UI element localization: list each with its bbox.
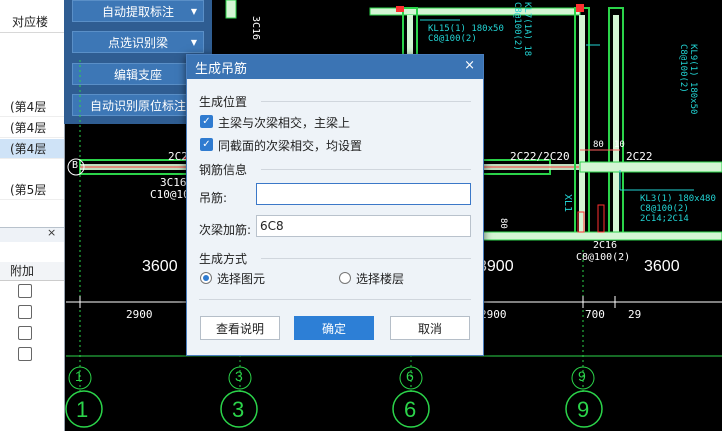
- axis-label: 6: [404, 397, 417, 422]
- checkbox-option2[interactable]: ✓: [200, 138, 213, 151]
- radio-select-floor-label: 选择楼层: [356, 272, 405, 286]
- checkbox-option1[interactable]: ✓: [200, 115, 213, 128]
- dimension-label: 80: [593, 140, 604, 150]
- rebar-label: 2C22/2C20: [510, 150, 570, 163]
- dimension-label: 700: [585, 308, 605, 321]
- radio-select-floor[interactable]: [339, 272, 351, 284]
- view-help-button[interactable]: 查看说明: [200, 316, 280, 340]
- dialog-title: 生成吊筋: [195, 61, 248, 77]
- span-dimension: 3600: [644, 258, 680, 275]
- rebar-label: 2C16: [593, 240, 618, 251]
- beam-stirrup: C8@100(2): [428, 34, 477, 44]
- hanger-label: 吊筋:: [199, 191, 228, 205]
- rebar-label: 2C22: [626, 150, 653, 163]
- beam-rebar: 2C14;2C14: [640, 214, 689, 224]
- section-title-position: 生成位置: [199, 95, 248, 109]
- axis-label: 9: [578, 368, 586, 384]
- beam-name: KL7(1A) 18: [522, 2, 532, 57]
- span-dimension: 3600: [142, 258, 178, 275]
- beam-stirrup: C8@100(2): [512, 2, 522, 51]
- dimension-label: 29: [628, 308, 642, 321]
- axis-label: 3: [232, 397, 245, 422]
- generate-hanger-bar-dialog: 生成吊筋 × 生成位置 ✓ 主梁与次梁相交，主梁上 ✓ 同截面的次梁相交，均设置…: [186, 54, 484, 356]
- beam-name: KL15(1) 180x50: [428, 24, 504, 34]
- radio-select-element-label: 选择图元: [217, 272, 266, 286]
- divider: [261, 258, 471, 259]
- stirrup-label: C8@100(2): [576, 252, 631, 263]
- dimension-label: 80: [498, 218, 508, 229]
- secondary-beam-reinforcement-input[interactable]: 6C8: [256, 215, 471, 237]
- beam-label-kl15: KL15(1) 180x50 C8@100(2): [428, 24, 504, 44]
- axis-label: 9: [577, 397, 590, 422]
- ok-button[interactable]: 确定: [294, 316, 374, 340]
- radio-select-element[interactable]: [200, 272, 212, 284]
- beam-label-kl9: KL9(1) 180x50 C8@100(2): [678, 44, 698, 114]
- axis-label: B: [72, 160, 79, 171]
- divider: [261, 101, 471, 102]
- secondary-beam-reinforcement-label: 次梁加筋:: [199, 223, 252, 237]
- beam-label-kl7: KL7(1A) 18 C8@100(2): [512, 2, 532, 56]
- option1-label: 主梁与次梁相交，主梁上: [218, 116, 351, 130]
- option2-label: 同截面的次梁相交，均设置: [218, 139, 363, 153]
- dialog-titlebar[interactable]: 生成吊筋: [187, 55, 483, 79]
- rebar-label: 3C16: [250, 16, 261, 41]
- beam-label-kl3: KL3(1) 180x480 C8@100(2) 2C14;2C14: [640, 194, 716, 224]
- section-title-rebar: 钢筋信息: [199, 163, 248, 177]
- beam-label-xl1: XL1: [562, 194, 573, 213]
- axis-label: 6: [406, 368, 414, 384]
- axis-label: 1: [75, 368, 83, 384]
- dimension-label: 2900: [126, 308, 153, 321]
- section-title-method: 生成方式: [199, 252, 248, 266]
- axis-label: 1: [76, 397, 89, 422]
- close-icon[interactable]: ×: [464, 58, 475, 73]
- beam-stirrup: C8@100(2): [640, 204, 689, 214]
- divider: [261, 169, 471, 170]
- beam-name: KL9(1) 180x50: [688, 44, 698, 115]
- dimension-label: 10: [614, 140, 625, 150]
- hanger-input[interactable]: [256, 183, 471, 205]
- cancel-button[interactable]: 取消: [390, 316, 470, 340]
- beam-stirrup: C8@100(2): [678, 44, 688, 93]
- axis-label: 3: [235, 368, 243, 384]
- divider: [199, 299, 471, 300]
- beam-name: KL3(1) 180x480: [640, 194, 716, 204]
